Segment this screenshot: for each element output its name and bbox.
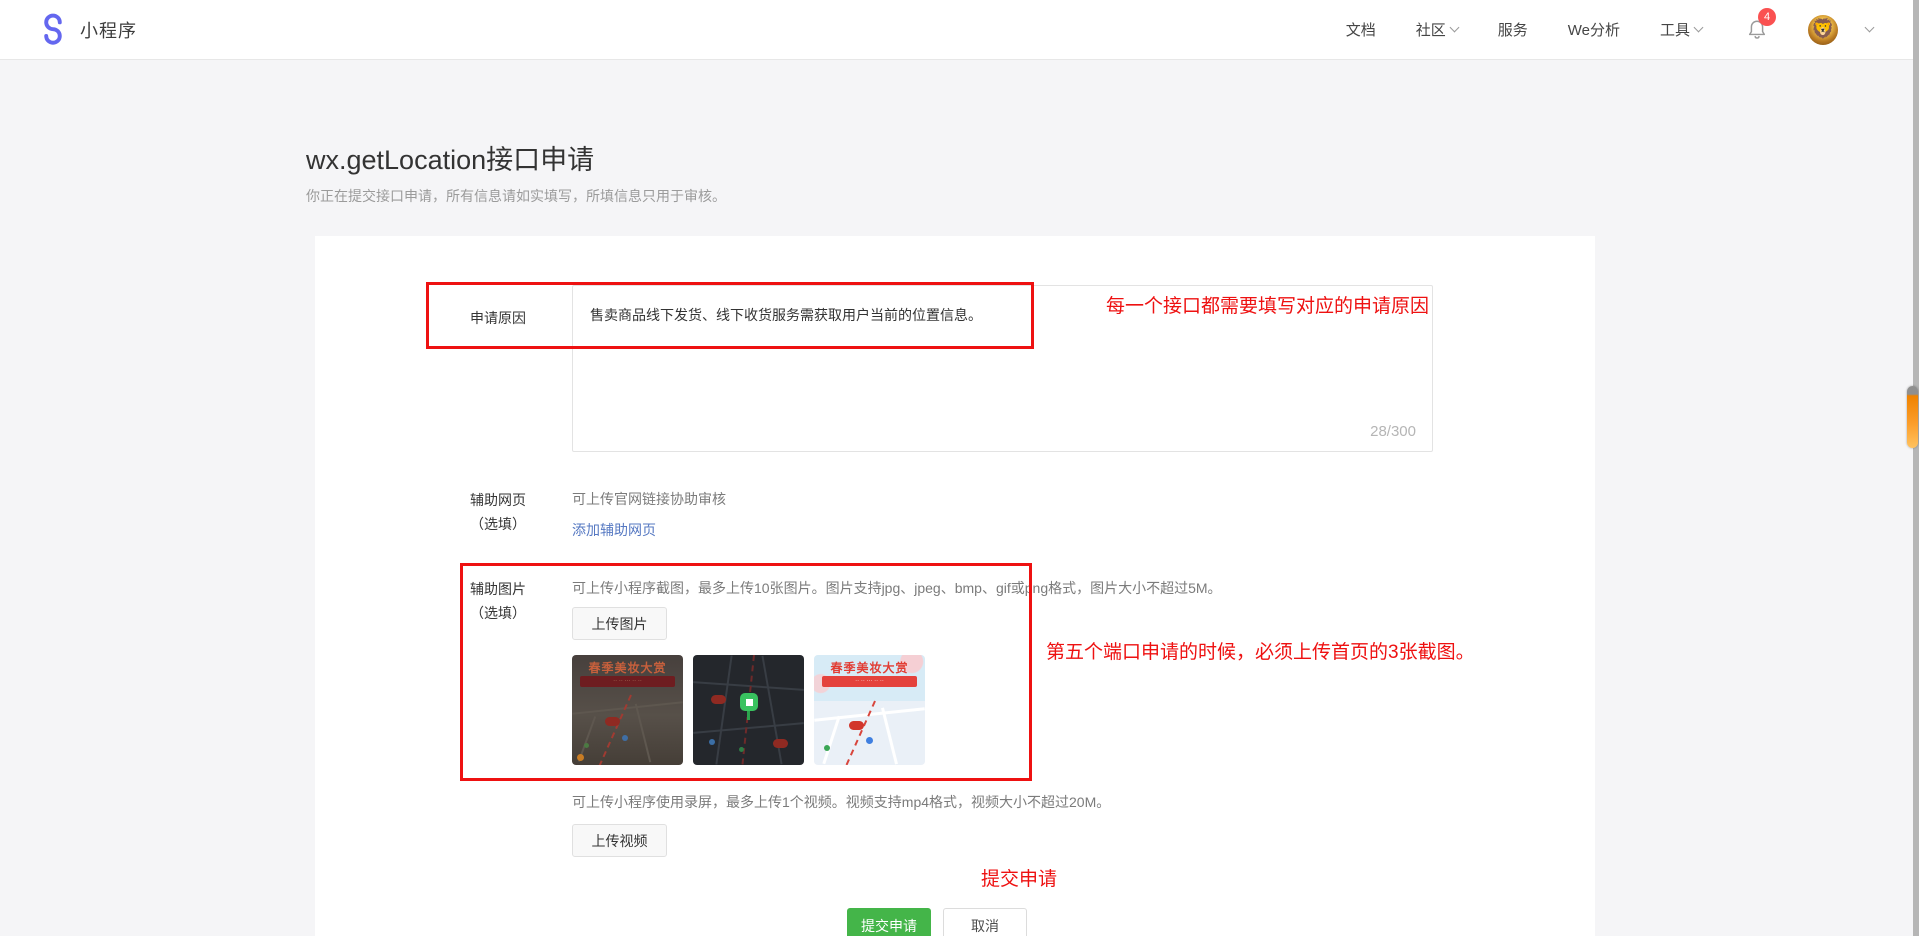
map-dot: [866, 737, 873, 744]
map-dot: [709, 739, 715, 745]
map-route-line: [598, 695, 632, 765]
map-road: [715, 655, 732, 764]
upload-video-button[interactable]: 上传视频: [572, 824, 667, 857]
nav-item-tools[interactable]: 工具: [1660, 19, 1702, 40]
uploaded-image-list: 春季美妆大赏 ·· ·· ··· ·· ·· 春季: [572, 655, 925, 765]
nav-item-services[interactable]: 服务: [1498, 19, 1528, 40]
nav-item-docs[interactable]: 文档: [1346, 19, 1376, 40]
map-dot: [577, 754, 584, 761]
map-poi-badge: [605, 717, 620, 726]
annotation-reason-note: 每一个接口都需要填写对应的申请原因: [1106, 291, 1429, 318]
uploaded-image-thumbnail-1[interactable]: 春季美妆大赏 ·· ·· ··· ·· ··: [572, 655, 683, 765]
uploaded-image-thumbnail-3[interactable]: 春季美妆大赏 ·· ·· ··· ·· ··: [814, 655, 925, 765]
aux-image-label-text: 辅助图片: [426, 577, 526, 601]
aux-image-hint: 可上传小程序截图，最多上传10张图片。图片支持jpg、jpeg、bmp、gif或…: [572, 578, 1222, 598]
page-subtitle: 你正在提交接口申请，所有信息请如实填写，所填信息只用于审核。: [306, 186, 726, 206]
map-dot: [584, 743, 589, 748]
aux-video-hint: 可上传小程序使用录屏，最多上传1个视频。视频支持mp4格式，视频大小不超过20M…: [572, 792, 1110, 812]
nav-label: 服务: [1498, 19, 1528, 40]
scrollbar-thumb[interactable]: [1907, 386, 1918, 448]
map-road: [635, 704, 651, 763]
logo-label: 小程序: [80, 17, 137, 43]
cancel-button[interactable]: 取消: [943, 908, 1027, 936]
map-road: [693, 722, 804, 734]
map-dot: [824, 745, 830, 751]
map-dot: [739, 747, 744, 752]
scrollbar-track[interactable]: [1913, 0, 1919, 936]
upload-image-button[interactable]: 上传图片: [572, 607, 667, 640]
add-aux-web-link[interactable]: 添加辅助网页: [572, 520, 656, 540]
uploaded-image-thumbnail-2[interactable]: [693, 655, 804, 765]
promo-subbanner: ·· ·· ··· ·· ··: [822, 676, 917, 687]
header-nav: 文档 社区 服务 We分析 工具 4: [1346, 15, 1919, 45]
nav-label: 文档: [1346, 19, 1376, 40]
aux-image-label: 辅助图片 （选填）: [426, 577, 526, 625]
page-root: 小程序 文档 社区 服务 We分析 工具: [0, 0, 1919, 936]
nav-item-we-analytics[interactable]: We分析: [1568, 19, 1620, 40]
promo-banner-text: 春季美妆大赏: [572, 659, 683, 676]
chevron-down-icon: [1694, 23, 1704, 33]
map-poi-badge: [773, 739, 788, 748]
annotation-submit-note: 提交申请: [981, 864, 1057, 891]
map-road: [822, 716, 840, 764]
aux-web-label: 辅助网页 （选填）: [426, 488, 526, 536]
submit-button[interactable]: 提交申请: [847, 908, 931, 936]
chevron-down-icon: [1449, 23, 1459, 33]
location-pin-icon: [740, 693, 758, 711]
map-road: [881, 707, 898, 764]
miniprogram-logo-icon: [36, 13, 70, 47]
nav-label: 工具: [1660, 19, 1690, 40]
aux-web-label-text: 辅助网页: [426, 488, 526, 512]
nav-label: 社区: [1416, 19, 1446, 40]
promo-banner-text: 春季美妆大赏: [814, 659, 925, 676]
page-title: wx.getLocation接口申请: [306, 138, 594, 177]
map-poi-badge: [711, 695, 726, 704]
nav-item-community[interactable]: 社区: [1416, 19, 1458, 40]
top-navbar: 小程序 文档 社区 服务 We分析 工具: [0, 0, 1919, 60]
nav-label: We分析: [1568, 19, 1620, 40]
aux-image-optional-text: （选填）: [426, 601, 526, 625]
map-road: [761, 656, 782, 765]
map-poi-badge: [849, 721, 864, 730]
aux-web-hint: 可上传官网链接协助审核: [572, 489, 726, 509]
reason-label: 申请原因: [426, 306, 526, 330]
chevron-down-icon[interactable]: [1865, 23, 1875, 33]
lion-avatar[interactable]: 🦁: [1808, 15, 1838, 45]
location-pin-stem: [747, 711, 750, 720]
char-counter: 28/300: [1370, 423, 1416, 440]
annotation-images-note: 第五个端口申请的时候，必须上传首页的3张截图。: [1046, 637, 1475, 664]
map-route-line: [846, 701, 876, 765]
notification-badge: 4: [1758, 8, 1776, 26]
notification-bell[interactable]: 4: [1746, 17, 1768, 42]
map-dot: [622, 735, 628, 741]
promo-subbanner: ·· ·· ··· ·· ··: [580, 676, 675, 687]
aux-web-optional-text: （选填）: [426, 512, 526, 536]
miniprogram-logo[interactable]: 小程序: [36, 13, 137, 47]
